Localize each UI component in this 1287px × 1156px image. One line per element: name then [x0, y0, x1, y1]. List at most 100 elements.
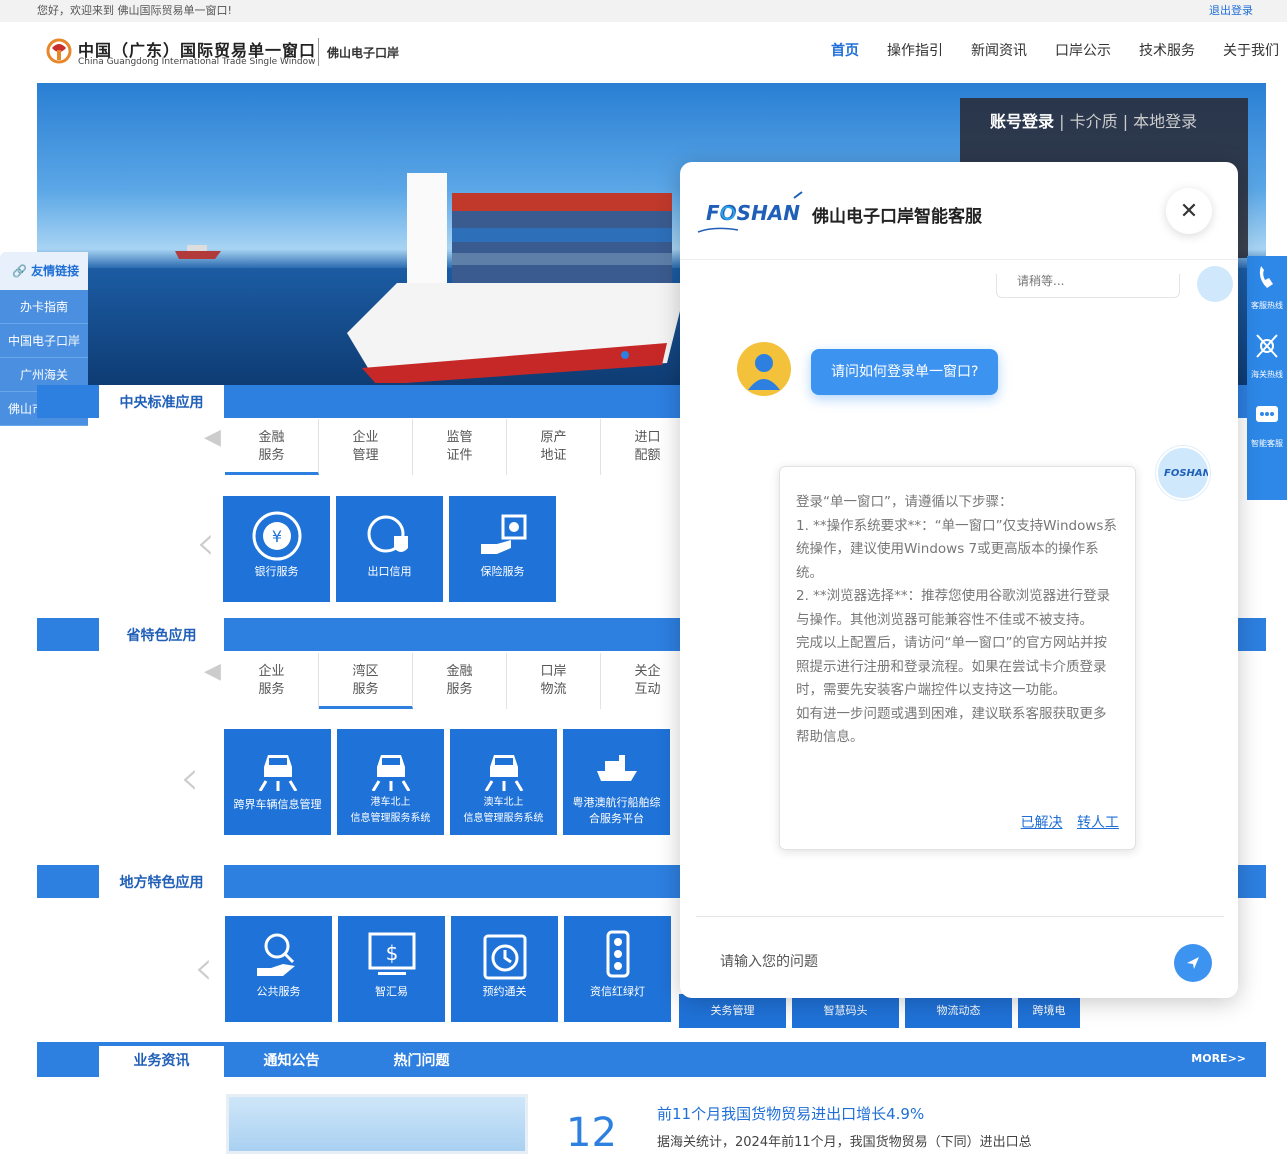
brand-name-en: China Guangdong International Trade Sing… — [78, 57, 316, 67]
logout-link[interactable]: 退出登录 — [1209, 0, 1253, 22]
tile-smart-wharf[interactable]: 智慧码头 — [792, 994, 899, 1028]
tile-cross-border-vehicle[interactable]: 跨界车辆信息管理 — [224, 729, 331, 835]
tab-bay-area-service[interactable]: 湾区 服务 — [319, 653, 413, 709]
chat-question-input[interactable] — [720, 954, 1160, 970]
answer-line: 完成以上配置后，请访问“单一窗口”的官方网站并按照提示进行注册和登录流程。如果在… — [796, 635, 1107, 698]
tab-port-logistics[interactable]: 口岸 物流 — [507, 653, 601, 709]
nav-guide[interactable]: 操作指引 — [887, 40, 943, 60]
tile-public-service[interactable]: 公共服务 — [225, 916, 332, 1022]
answer-line: 登录“单一窗口”，请遵循以下步骤： — [796, 494, 1013, 510]
tile-hk-vehicle-north[interactable]: 港车北上 信息管理服务系统 — [337, 729, 444, 835]
svg-text:FOSHAN: FOSHAN — [706, 201, 800, 225]
central-tabs-prev-icon[interactable]: ◀ — [204, 425, 221, 450]
tile-credit-traffic-light[interactable]: 资信红绿灯 — [564, 916, 671, 1022]
bot-avatar-previous — [1197, 266, 1233, 302]
central-section-title: 中央标准应用 — [99, 385, 224, 418]
tab-business-news[interactable]: 业务资讯 — [99, 1046, 224, 1077]
tab-finance-service-2[interactable]: 金融 服务 — [413, 653, 507, 709]
brand-divider — [318, 38, 319, 66]
chat-header: FOSHAN 佛山电子口岸智能客服 ✕ — [680, 162, 1238, 260]
nav-port-notice[interactable]: 口岸公示 — [1055, 40, 1111, 60]
tile-logistics-status[interactable]: 物流动态 — [905, 994, 1012, 1028]
car-road-icon — [484, 755, 523, 791]
customs-hotline-button[interactable]: 海关热线 — [1247, 325, 1287, 431]
nav-news[interactable]: 新闻资讯 — [971, 40, 1027, 60]
nav-tech-service[interactable]: 技术服务 — [1139, 40, 1195, 60]
chat-title: 佛山电子口岸智能客服 — [812, 207, 982, 227]
user-avatar — [737, 342, 791, 396]
tab-local-login[interactable]: | 本地登录 — [1123, 112, 1197, 131]
transfer-human-link[interactable]: 转人工 — [1077, 815, 1119, 831]
search-hand-icon — [256, 933, 295, 976]
friend-links-title: 🔗 友情链接 — [0, 252, 88, 290]
hand-safe-icon — [480, 514, 526, 554]
bank-yuan-icon: ¥ — [252, 511, 301, 561]
tab-hot-questions[interactable]: 热门问题 — [359, 1046, 484, 1077]
tile-customs-management[interactable]: 关务管理 — [679, 994, 786, 1028]
tab-card-login[interactable]: | 卡介质 — [1059, 112, 1117, 131]
answer-line: 2. **浏览器选择**：推荐您使用谷歌浏览器进行登录与操作。其他浏览器可能兼容… — [796, 588, 1111, 628]
customs-emblem-icon — [1256, 334, 1278, 358]
tile-bank-service[interactable]: ¥ 银行服务 — [223, 496, 330, 602]
tab-notices[interactable]: 通知公告 — [229, 1046, 354, 1077]
tile-insurance-service[interactable]: 保险服务 — [449, 496, 556, 602]
car-road-icon — [371, 755, 410, 791]
tile-cross-border-ecommerce[interactable]: 跨境电 — [1018, 994, 1080, 1028]
local-small-tiles: 关务管理 智慧码头 物流动态 跨境电 — [679, 994, 1080, 1028]
answer-line: 1. **操作系统要求**：“单一窗口”仅支持Windows系统操作，建议使用W… — [796, 517, 1117, 581]
friend-link-china-eport[interactable]: 中国电子口岸 — [0, 324, 88, 358]
small-ship-image — [175, 245, 221, 259]
tile-gba-ship-service[interactable]: 粤港澳航行船舶综 合服务平台 — [563, 729, 670, 835]
right-float-bar: 客服热线 海关热线 智能客服 — [1247, 256, 1287, 500]
resolved-link[interactable]: 已解决 — [1021, 815, 1063, 831]
clock-clipboard-icon — [483, 934, 526, 980]
close-icon: ✕ — [1179, 198, 1199, 224]
news-title[interactable]: 前11个月我国货物贸易进出口增长4.9% — [657, 1103, 924, 1124]
site-header: 中国（广东）国际贸易单一窗口 China Guangdong Internati… — [0, 22, 1287, 82]
tab-enterprise-service[interactable]: 企业 服务 — [225, 653, 319, 709]
bot-answer: 登录“单一窗口”，请遵循以下步骤： 1. **操作系统要求**：“单一窗口”仅支… — [779, 466, 1136, 850]
user-message: 请问如何登录单一窗口? — [811, 349, 999, 395]
chat-dialog: FOSHAN 佛山电子口岸智能客服 ✕ 请稍等... 请问如何登录单一窗口? F… — [680, 162, 1238, 998]
central-tiles-prev-icon[interactable]: ‹ — [196, 515, 215, 571]
service-hotline-button[interactable]: 客服热线 — [1247, 256, 1287, 362]
province-tabs-prev-icon[interactable]: ◀ — [204, 659, 221, 684]
brand-logo-icon — [46, 38, 72, 64]
tab-finance-service[interactable]: 金融 服务 — [225, 419, 319, 475]
tile-macau-vehicle-north[interactable]: 澳车北上 信息管理服务系统 — [450, 729, 557, 835]
news-thumbnail[interactable] — [226, 1094, 528, 1154]
dollar-monitor-icon: $ — [368, 932, 415, 975]
tile-zhihuiyi[interactable]: $ 智汇易 — [338, 916, 445, 1022]
province-subtabs: 企业 服务 湾区 服务 金融 服务 口岸 物流 关企 互动 — [225, 653, 695, 709]
welcome-text: 您好，欢迎来到 佛山国际贸易单一窗口! — [37, 4, 232, 17]
car-road-icon — [258, 755, 297, 791]
more-link[interactable]: MORE>> — [1191, 1052, 1246, 1065]
province-section-title: 省特色应用 — [99, 618, 224, 651]
news-bar: 业务资讯 通知公告 热门问题 MORE>> — [37, 1042, 1266, 1077]
local-tiles: 公共服务 $ 智汇易 预约通关 资信红绿灯 — [225, 916, 671, 1022]
tab-account-login[interactable]: 账号登录 — [990, 112, 1054, 131]
friend-link-card-guide[interactable]: 办卡指南 — [0, 290, 88, 324]
chat-close-button[interactable]: ✕ — [1166, 188, 1212, 234]
user-icon — [748, 354, 780, 390]
tab-supervision-cert[interactable]: 监管 证件 — [413, 419, 507, 475]
province-tiles-prev-icon[interactable]: ‹ — [180, 750, 199, 806]
send-button[interactable] — [1174, 944, 1212, 982]
tile-appointment-clearance[interactable]: 预约通关 — [451, 916, 558, 1022]
tab-origin-cert[interactable]: 原产 地证 — [507, 419, 601, 475]
svg-text:FOSHAN: FOSHAN — [1164, 468, 1208, 479]
answer-actions: 已解决 转人工 — [1011, 812, 1119, 836]
link-icon: 🔗 — [12, 264, 27, 278]
previous-bot-message: 请稍等... — [996, 274, 1180, 298]
tab-enterprise-mgmt[interactable]: 企业 管理 — [319, 419, 413, 475]
phone-icon — [1259, 266, 1273, 288]
banner-dot[interactable] — [621, 351, 629, 359]
local-tiles-prev-icon[interactable]: ‹ — [194, 940, 213, 996]
smart-service-button[interactable]: 智能客服 — [1247, 394, 1287, 500]
tile-export-credit[interactable]: 出口信用 — [336, 496, 443, 602]
local-section-title: 地方特色应用 — [99, 865, 224, 898]
nav-about[interactable]: 关于我们 — [1223, 40, 1279, 60]
traffic-light-icon — [606, 930, 629, 978]
nav-home[interactable]: 首页 — [831, 40, 859, 60]
chat-input-divider — [696, 916, 1224, 917]
